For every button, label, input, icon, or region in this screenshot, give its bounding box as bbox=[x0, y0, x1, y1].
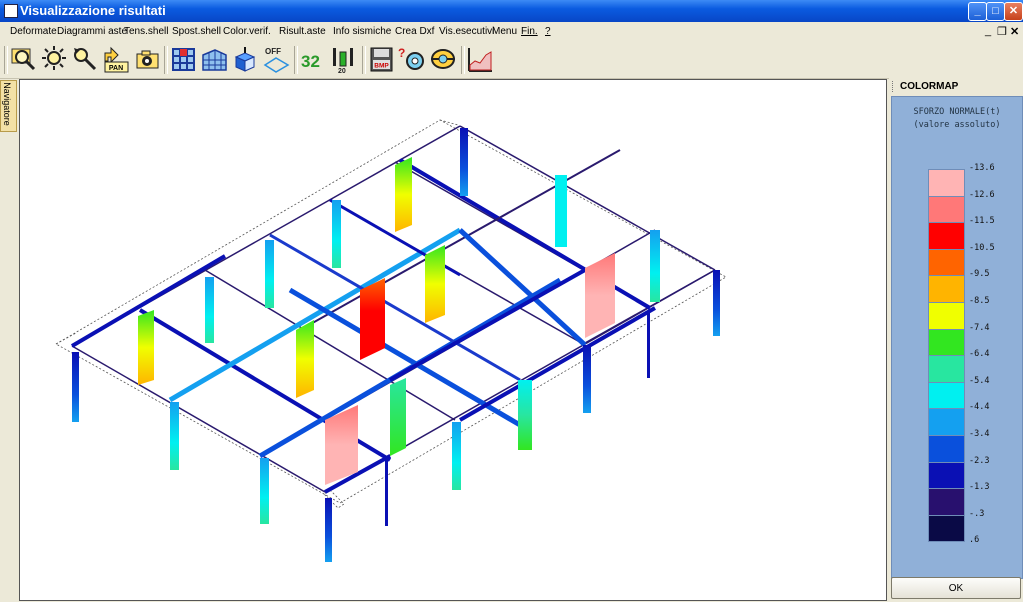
menu-menu[interactable]: Menu bbox=[492, 26, 517, 37]
section-view-icon[interactable] bbox=[429, 45, 458, 74]
menu-color-verif[interactable]: Color.verif. bbox=[223, 26, 271, 37]
colormap-header: COLORMAP bbox=[889, 78, 1023, 94]
colormap-level-label: -5.4 bbox=[969, 375, 990, 386]
colormap-level-label: -1.3 bbox=[969, 482, 990, 493]
colormap-swatch bbox=[928, 302, 965, 330]
colormap-swatch bbox=[928, 248, 965, 277]
building-3d-icon[interactable] bbox=[200, 45, 229, 74]
toolbar-separator bbox=[294, 46, 298, 74]
minimize-button[interactable]: _ bbox=[968, 2, 987, 21]
menu-crea-dxf[interactable]: Crea Dxf bbox=[395, 26, 434, 37]
colormap-swatch bbox=[928, 514, 965, 543]
title-bar: Visualizzazione risultati _ □ ✕ bbox=[0, 0, 1023, 22]
toolbar: PAN OFF 32 20 BMP ? bbox=[0, 42, 1023, 79]
numbering-icon[interactable]: 32 bbox=[299, 45, 328, 74]
colormap-level-label: -12.6 bbox=[969, 189, 995, 200]
bmp-export-icon[interactable]: BMP bbox=[367, 45, 396, 74]
colormap-swatch bbox=[928, 381, 965, 410]
camera-icon[interactable] bbox=[133, 45, 162, 74]
ok-button[interactable]: OK bbox=[891, 577, 1021, 599]
colormap-level-label: -13.6 bbox=[969, 163, 995, 173]
window-title: Visualizzazione risultati bbox=[20, 3, 166, 18]
colormap-legend: SFORZO NORMALE(t) (valore assoluto) -13.… bbox=[891, 96, 1023, 579]
menu-info-sismiche[interactable]: Info sismiche bbox=[333, 26, 391, 37]
numbering-label: 32 bbox=[301, 52, 320, 71]
menu-deformate[interactable]: Deformate bbox=[10, 26, 57, 37]
bmp-label: BMP bbox=[374, 63, 389, 70]
colormap-swatch bbox=[928, 222, 965, 250]
scale-label: 20 bbox=[338, 68, 346, 74]
menu-diagrammi-aste[interactable]: Diagrammi aste bbox=[57, 26, 127, 37]
toolbar-separator bbox=[461, 46, 465, 74]
colormap-swatch bbox=[928, 195, 965, 224]
maximize-button[interactable]: □ bbox=[986, 2, 1005, 21]
colormap-level-label: -11.5 bbox=[969, 216, 995, 227]
menu-spost-shell[interactable]: Spost.shell bbox=[172, 26, 221, 37]
menu-vis-esecutivi[interactable]: Vis.esecutivi bbox=[439, 26, 494, 37]
off-label: OFF bbox=[265, 47, 281, 56]
menu-risult-aste[interactable]: Risult.aste bbox=[279, 26, 326, 37]
building-front-icon[interactable] bbox=[169, 45, 198, 74]
legend-title-line1: SFORZO NORMALE(t) bbox=[913, 107, 1001, 117]
colormap-swatch bbox=[928, 488, 965, 516]
legend-title-line2: (valore assoluto) bbox=[913, 120, 1001, 130]
colormap-level-label: -.3 bbox=[969, 508, 985, 519]
navigator-tab[interactable]: Navigatore bbox=[0, 80, 17, 132]
colormap-level-label: -10.5 bbox=[969, 242, 995, 253]
colormap-swatch bbox=[928, 408, 965, 436]
colormap-level-label: -6.4 bbox=[969, 349, 990, 360]
colormap-swatch bbox=[928, 435, 965, 463]
scale-values-icon[interactable]: 20 bbox=[330, 45, 359, 75]
colormap-level-label: -9.5 bbox=[969, 269, 990, 280]
panel-grip[interactable] bbox=[892, 81, 895, 92]
toolbar-separator bbox=[362, 46, 366, 74]
zoom-all-icon[interactable] bbox=[40, 45, 69, 74]
colormap-swatch bbox=[928, 275, 965, 303]
model-viewport[interactable] bbox=[19, 79, 887, 601]
app-icon bbox=[4, 4, 18, 18]
colormap-level-label: .6 bbox=[969, 535, 980, 546]
colormap-swatch bbox=[928, 169, 965, 197]
mdi-restore-icon[interactable]: ❐ bbox=[997, 25, 1007, 38]
query-icon[interactable]: ? bbox=[398, 45, 427, 74]
shading-off-icon[interactable]: OFF bbox=[262, 45, 291, 74]
colormap-level-label: -8.5 bbox=[969, 296, 990, 306]
close-button[interactable]: ✕ bbox=[1004, 2, 1023, 21]
mdi-minimize-icon[interactable]: _ bbox=[985, 25, 991, 37]
pan-label: PAN bbox=[109, 65, 123, 72]
colormap-panel: COLORMAP SFORZO NORMALE(t) (valore assol… bbox=[889, 78, 1023, 602]
menu-help[interactable]: ? bbox=[545, 26, 551, 37]
pan-icon[interactable]: PAN bbox=[102, 45, 131, 74]
colormap-level-label: -2.3 bbox=[969, 455, 990, 466]
navigator-label: Navigatore bbox=[1, 82, 12, 126]
menu-bar: Deformate Diagrammi aste Tens.shell Spos… bbox=[0, 22, 1023, 42]
toolbar-grip bbox=[4, 46, 8, 74]
menu-tens-shell[interactable]: Tens.shell bbox=[124, 26, 168, 37]
structure-3d-view[interactable] bbox=[20, 80, 886, 600]
colormap-level-label: -3.4 bbox=[969, 429, 990, 439]
toolbar-separator bbox=[164, 46, 168, 74]
colormap-level-label: -7.4 bbox=[969, 322, 990, 333]
zoom-pointer-icon[interactable] bbox=[71, 45, 100, 74]
colormap-title: COLORMAP bbox=[900, 81, 959, 92]
colormap-level-label: -4.4 bbox=[969, 402, 990, 413]
zoom-window-icon[interactable] bbox=[9, 45, 38, 74]
colormap-swatch bbox=[928, 355, 965, 383]
mdi-close-icon[interactable]: ✕ bbox=[1010, 25, 1019, 38]
colormap-swatch bbox=[928, 461, 965, 490]
box-view-icon[interactable] bbox=[231, 45, 260, 74]
diagram-chart-icon[interactable] bbox=[466, 45, 495, 74]
svg-text:?: ? bbox=[398, 46, 405, 60]
menu-fin[interactable]: Fin. bbox=[521, 26, 538, 37]
colormap-swatch bbox=[928, 328, 965, 357]
